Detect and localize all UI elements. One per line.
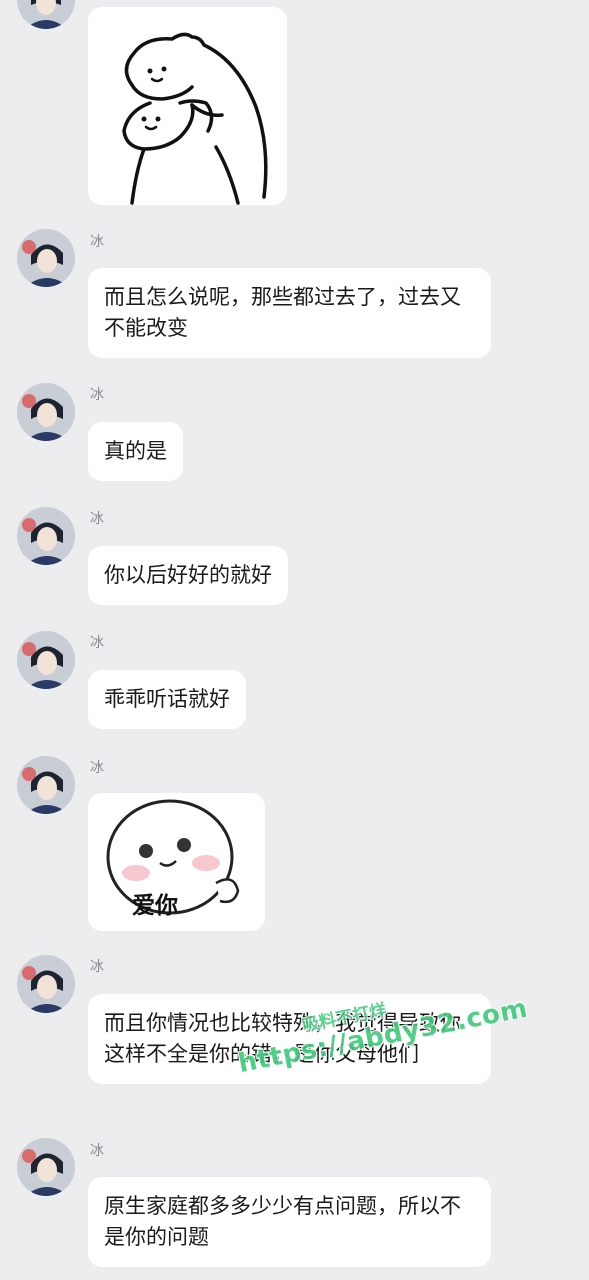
avatar[interactable] xyxy=(17,0,75,29)
avatar[interactable] xyxy=(17,631,75,689)
sender-name: 冰 xyxy=(90,760,104,776)
sender-name: 冰 xyxy=(90,959,104,975)
sticker-love-you[interactable]: 爱你 xyxy=(88,793,265,931)
sender-name: 冰 xyxy=(90,511,104,527)
sender-name: 冰 xyxy=(90,1143,104,1159)
hug-bears-image xyxy=(122,32,268,205)
avatar[interactable] xyxy=(17,383,75,441)
message-bubble[interactable]: 乖乖听话就好 xyxy=(88,670,246,729)
avatar[interactable] xyxy=(17,507,75,565)
sender-name: 冰 xyxy=(90,635,104,651)
message-bubble[interactable]: 真的是 xyxy=(88,422,183,481)
message-bubble[interactable]: 你以后好好的就好 xyxy=(88,546,288,605)
sticker-hug-image[interactable] xyxy=(88,7,287,205)
avatar[interactable] xyxy=(17,955,75,1013)
avatar[interactable] xyxy=(17,1138,75,1196)
message-bubble[interactable]: 而且你情况也比较特殊，我觉得导致你这样不全是你的错，是你父母他们 xyxy=(88,994,491,1084)
avatar[interactable] xyxy=(17,229,75,287)
message-bubble[interactable]: 原生家庭都多多少少有点问题，所以不是你的问题 xyxy=(88,1177,491,1267)
sticker-caption: 爱你 xyxy=(132,893,178,919)
message-bubble[interactable]: 而且怎么说呢，那些都过去了，过去又不能改变 xyxy=(88,268,491,358)
sender-name: 冰 xyxy=(90,387,104,403)
sender-name: 冰 xyxy=(90,234,104,250)
avatar[interactable] xyxy=(17,756,75,814)
